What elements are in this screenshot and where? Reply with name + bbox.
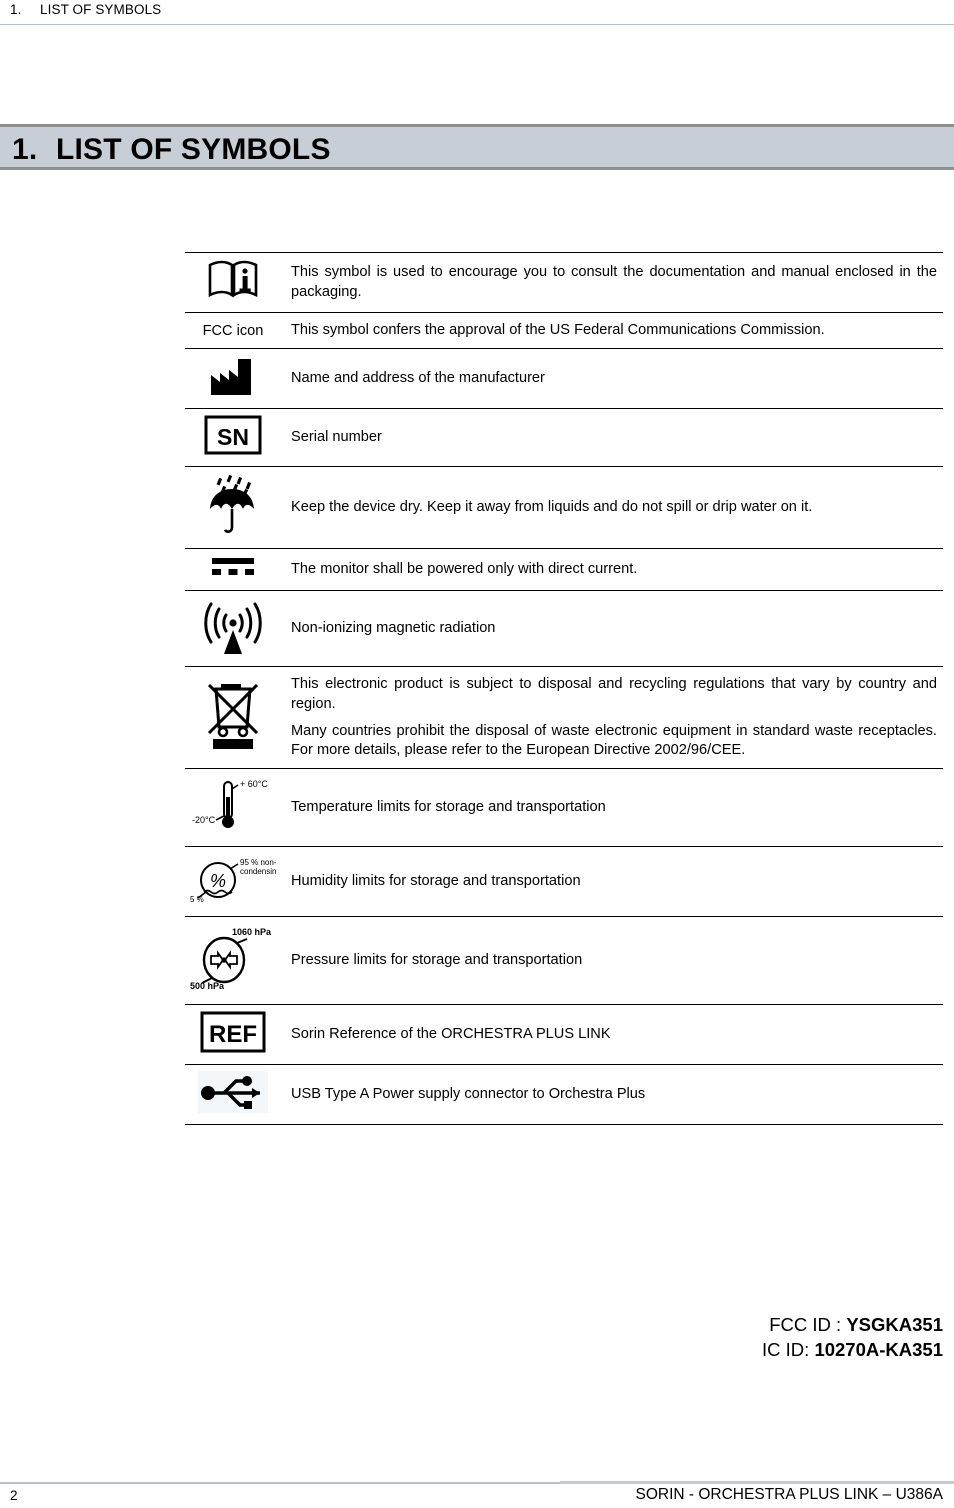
serial-number-sn-icon: SN [204,415,262,455]
description-cell: Non-ionizing magnetic radiation [281,591,943,667]
table-row: 1060 hPa 500 hPa Pressure limits for sto… [185,916,943,1005]
ic-id-label: IC ID: [762,1338,815,1360]
keep-dry-umbrella-icon [205,473,261,537]
table-row: Keep the device dry. Keep it away from l… [185,466,943,549]
description-cell: Name and address of the manufacturer [281,349,943,409]
fcc-id-line: FCC ID : YSGKA351 [762,1313,943,1338]
chapter-number: 1. [12,133,38,166]
chapter-title: LIST OF SYMBOLS [56,133,331,166]
description-cell: This electronic product is subject to di… [281,667,943,769]
description-cell: The monitor shall be powered only with d… [281,549,943,591]
description-line: This electronic product is subject to di… [291,676,937,712]
table-row: Name and address of the manufacturer [185,348,943,409]
page-number: 2 [10,1488,18,1503]
description-cell: Serial number [281,409,943,467]
footer-divider-right [560,1481,954,1484]
symbol-cell: % 95 % non- condensing 5 % [185,847,281,917]
chapter-title-bar: 1. LIST OF SYMBOLS [0,124,954,170]
description-line: This symbol is used to encourage you to … [291,264,937,300]
usb-icon [198,1071,268,1114]
ic-id-line: IC ID: 10270A-KA351 [762,1338,943,1363]
symbol-cell [185,349,281,409]
symbol-cell [185,253,281,313]
table-row: Non-ionizing magnetic radiation [185,590,943,667]
header-divider [0,24,954,25]
pressure-limits-icon: 1060 hPa 500 hPa [190,923,276,993]
description-line: Pressure limits for storage and transpor… [291,952,583,969]
description-cell: Temperature limits for storage and trans… [281,769,943,847]
table-row: REF Sorin Reference of the ORCHESTRA PLU… [185,1004,943,1065]
svg-text:5 %: 5 % [190,895,204,904]
footer-document-title: SORIN - ORCHESTRA PLUS LINK – U386A [635,1486,943,1503]
symbol-cell [185,467,281,549]
description-cell: Keep the device dry. Keep it away from l… [281,467,943,549]
running-header: 1. LIST OF SYMBOLS [0,0,954,30]
svg-text:condensing: condensing [240,867,276,876]
svg-text:%: % [210,871,226,891]
symbol-cell: REF [185,1005,281,1065]
description-line: USB Type A Power supply connector to Orc… [291,1086,646,1103]
table-row: SN Serial number [185,408,943,467]
running-header-number: 1. [10,2,22,17]
description-line: Name and address of the manufacturer [291,370,545,387]
description-line: Sorin Reference of the ORCHESTRA PLUS LI… [291,1026,611,1043]
description-line: Humidity limits for storage and transpor… [291,873,581,890]
non-ionizing-radiation-icon [202,597,264,655]
description-line: Keep the device dry. Keep it away from l… [291,499,813,516]
table-row: FCC icon This symbol confers the approva… [185,312,943,349]
running-header-title: LIST OF SYMBOLS [40,2,162,17]
consult-instructions-for-use-icon [207,259,259,301]
direct-current-icon [208,555,258,579]
symbol-cell [185,591,281,667]
running-header-text: 1. LIST OF SYMBOLS [10,2,161,17]
footer-divider-left [0,1482,560,1484]
table-row: USB Type A Power supply connector to Orc… [185,1064,943,1125]
description-line: Many countries prohibit the disposal of … [291,722,937,758]
description-line: Serial number [291,429,382,446]
humidity-limits-icon: % 95 % non- condensing 5 % [190,853,281,905]
catalogue-reference-ref-icon: REF [200,1011,266,1053]
svg-text:REF: REF [209,1021,257,1048]
table-row: % 95 % non- condensing 5 % Humidity limi… [185,846,943,917]
description-line: This symbol confers the approval of the … [291,322,825,338]
temperature-limits-icon: + 60°C -20°C [190,775,276,835]
svg-text:500 hPa: 500 hPa [190,981,225,991]
symbol-cell [185,1065,281,1125]
description-cell: Pressure limits for storage and transpor… [281,917,943,1005]
description-cell: USB Type A Power supply connector to Orc… [281,1065,943,1125]
symbol-cell [185,549,281,591]
fcc-id-label: FCC ID : [769,1314,847,1335]
document-page: 1. LIST OF SYMBOLS 1. LIST OF SYMBOLS Th… [0,0,954,1508]
fcc-icon: FCC icon [202,322,264,339]
table-row: + 60°C -20°C Temperature limits for stor… [185,768,943,847]
svg-text:-20°C: -20°C [192,815,216,825]
svg-text:95 % non-: 95 % non- [240,858,276,867]
manufacturer-factory-icon [207,355,259,397]
description-line: The monitor shall be powered only with d… [291,561,638,578]
description-line: Non-ionizing magnetic radiation [291,620,496,637]
fcc-id-value: YSGKA351 [846,1314,943,1335]
description-cell: This symbol is used to encourage you to … [281,253,943,313]
description-line: Temperature limits for storage and trans… [291,799,606,816]
symbol-cell: FCC icon [185,313,281,349]
table-row: This electronic product is subject to di… [185,666,943,769]
description-cell: This symbol confers the approval of the … [281,313,943,349]
symbols-table: This symbol is used to encourage you to … [185,252,943,1125]
chapter-title-text: 1. LIST OF SYMBOLS [12,133,331,167]
regulatory-id-block: FCC ID : YSGKA351 IC ID: 10270A-KA351 [762,1313,943,1363]
svg-text:1060 hPa: 1060 hPa [232,927,272,937]
symbol-cell: SN [185,409,281,467]
weee-crossed-out-bin-icon [204,679,262,751]
symbol-cell: 1060 hPa 500 hPa [185,917,281,1005]
table-row: This symbol is used to encourage you to … [185,252,943,313]
svg-text:+ 60°C: + 60°C [240,779,268,789]
table-row: The monitor shall be powered only with d… [185,548,943,591]
ic-id-value: 10270A-KA351 [814,1338,943,1360]
description-cell: Sorin Reference of the ORCHESTRA PLUS LI… [281,1005,943,1065]
svg-text:SN: SN [217,424,249,450]
description-cell: Humidity limits for storage and transpor… [281,847,943,917]
symbol-cell [185,667,281,769]
symbol-cell: + 60°C -20°C [185,769,281,847]
